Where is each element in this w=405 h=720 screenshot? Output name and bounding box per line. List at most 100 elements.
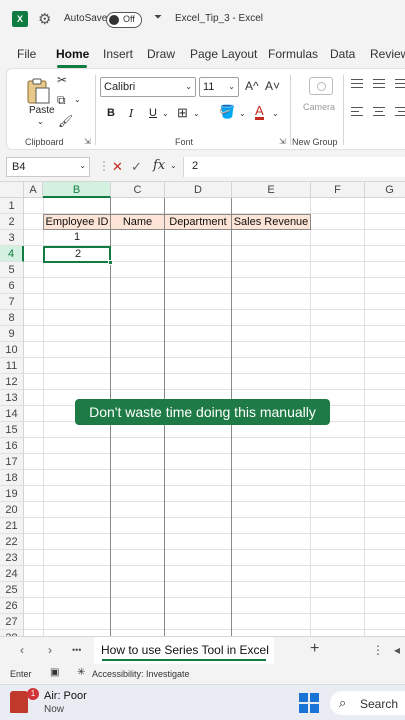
tab-data[interactable]: Data bbox=[330, 47, 355, 61]
dialog-launcher-icon[interactable]: ⇲ bbox=[84, 137, 91, 146]
row-header-15[interactable]: 15 bbox=[0, 422, 24, 438]
row-header-10[interactable]: 10 bbox=[0, 342, 24, 358]
camera-button[interactable]: Camera bbox=[303, 102, 335, 112]
windows-start-icon[interactable] bbox=[299, 693, 319, 713]
worksheet-grid[interactable]: A B C D E F G 1 2 3 4 5 6 7 8 9 10 11 12 13 14 15 16 17 1… bbox=[0, 182, 405, 640]
tab-page-layout[interactable]: Page Layout bbox=[190, 47, 257, 61]
chevron-down-icon[interactable]: ⌄ bbox=[272, 109, 279, 118]
column-header-g[interactable]: G bbox=[365, 182, 405, 198]
macro-record-icon[interactable]: ▣ bbox=[50, 667, 59, 678]
cell-c2[interactable]: Name bbox=[110, 214, 165, 230]
customize-qat-icon[interactable]: ⏷ bbox=[154, 12, 162, 23]
accessibility-icon[interactable]: ✳ bbox=[77, 667, 85, 678]
row-header-27[interactable]: 27 bbox=[0, 614, 24, 630]
column-header-d[interactable]: D bbox=[165, 182, 232, 198]
cell-b3[interactable]: 1 bbox=[43, 231, 111, 243]
align-bottom-icon[interactable] bbox=[395, 79, 405, 89]
active-cell-b4[interactable]: 2 bbox=[43, 246, 111, 263]
column-header-e[interactable]: E bbox=[232, 182, 311, 198]
chevron-down-icon[interactable]: ⌄ bbox=[162, 109, 169, 118]
insert-function-button[interactable]: fx bbox=[153, 158, 165, 173]
accessibility-status[interactable]: Accessibility: Investigate bbox=[92, 669, 190, 679]
row-header-5[interactable]: 5 bbox=[0, 262, 24, 278]
enter-check-icon[interactable]: ✓ bbox=[131, 159, 142, 175]
font-name-select[interactable]: Calibri ⌄ bbox=[100, 77, 196, 97]
more-sheets-button[interactable]: ••• bbox=[72, 645, 81, 655]
copy-icon[interactable]: ⧉ bbox=[57, 93, 66, 108]
tab-home[interactable]: Home bbox=[56, 47, 89, 61]
tab-draw[interactable]: Draw bbox=[147, 47, 175, 61]
row-header-12[interactable]: 12 bbox=[0, 374, 24, 390]
font-color-icon[interactable]: A bbox=[255, 104, 264, 120]
row-header-20[interactable]: 20 bbox=[0, 502, 24, 518]
prev-sheet-icon[interactable]: ‹ bbox=[20, 643, 24, 657]
next-sheet-icon[interactable]: › bbox=[48, 643, 52, 657]
italic-button[interactable]: I bbox=[129, 107, 133, 120]
autosave-toggle[interactable]: Off bbox=[106, 12, 142, 28]
row-header-2[interactable]: 2 bbox=[0, 214, 24, 230]
paste-button[interactable]: Paste bbox=[29, 105, 55, 116]
chevron-down-icon[interactable]: ⌄ bbox=[74, 95, 81, 104]
row-header-11[interactable]: 11 bbox=[0, 358, 24, 374]
row-header-23[interactable]: 23 bbox=[0, 550, 24, 566]
cancel-icon[interactable]: ✕ bbox=[112, 159, 123, 175]
row-header-21[interactable]: 21 bbox=[0, 518, 24, 534]
paste-icon[interactable] bbox=[25, 77, 51, 105]
chevron-down-icon[interactable]: ⌄ bbox=[37, 117, 44, 126]
row-header-22[interactable]: 22 bbox=[0, 534, 24, 550]
row-header-9[interactable]: 9 bbox=[0, 326, 24, 342]
row-header-1[interactable]: 1 bbox=[0, 198, 24, 214]
fill-color-icon[interactable]: 🪣 bbox=[219, 104, 235, 120]
align-left-icon[interactable] bbox=[351, 107, 365, 119]
air-quality-icon[interactable] bbox=[10, 691, 28, 713]
column-header-a[interactable]: A bbox=[24, 182, 43, 198]
cut-icon[interactable]: ✂ bbox=[57, 73, 67, 87]
font-size-select[interactable]: 11 ⌄ bbox=[199, 77, 239, 97]
align-center-icon[interactable] bbox=[373, 107, 387, 119]
column-header-b[interactable]: B bbox=[43, 182, 111, 198]
row-header-7[interactable]: 7 bbox=[0, 294, 24, 310]
tab-insert[interactable]: Insert bbox=[103, 47, 133, 61]
tab-file[interactable]: File bbox=[17, 47, 36, 61]
cell-d2[interactable]: Department bbox=[164, 214, 232, 230]
scroll-left-icon[interactable]: ◂ bbox=[394, 643, 400, 657]
weather-widget-title[interactable]: Air: Poor bbox=[44, 690, 87, 702]
row-header-17[interactable]: 17 bbox=[0, 454, 24, 470]
dialog-launcher-icon[interactable]: ⇲ bbox=[279, 137, 286, 146]
camera-icon[interactable] bbox=[309, 77, 333, 95]
shrink-font-icon[interactable]: A˅ bbox=[265, 79, 280, 93]
row-header-4[interactable]: 4 bbox=[0, 246, 24, 262]
add-sheet-icon[interactable]: + bbox=[310, 640, 319, 658]
name-box[interactable]: B4 ⌄ bbox=[6, 157, 90, 177]
borders-icon[interactable]: ⊞ bbox=[177, 105, 188, 121]
gear-icon[interactable]: ⚙ bbox=[38, 10, 51, 28]
row-header-16[interactable]: 16 bbox=[0, 438, 24, 454]
taskbar-search[interactable]: ⌕ Search bbox=[330, 691, 405, 715]
underline-button[interactable]: U bbox=[149, 107, 157, 119]
column-header-c[interactable]: C bbox=[111, 182, 165, 198]
tab-review[interactable]: Review bbox=[370, 47, 405, 61]
chevron-down-icon[interactable]: ⌄ bbox=[239, 109, 246, 118]
more-options-icon[interactable]: ⋮ bbox=[98, 159, 110, 173]
row-header-19[interactable]: 19 bbox=[0, 486, 24, 502]
bold-button[interactable]: B bbox=[107, 107, 115, 119]
row-header-25[interactable]: 25 bbox=[0, 582, 24, 598]
row-header-6[interactable]: 6 bbox=[0, 278, 24, 294]
align-top-icon[interactable] bbox=[351, 79, 365, 89]
row-header-13[interactable]: 13 bbox=[0, 390, 24, 406]
row-header-14[interactable]: 14 bbox=[0, 406, 24, 422]
row-header-26[interactable]: 26 bbox=[0, 598, 24, 614]
column-header-f[interactable]: F bbox=[311, 182, 365, 198]
fill-handle[interactable] bbox=[108, 260, 113, 265]
select-all-corner[interactable] bbox=[0, 182, 24, 198]
row-header-3[interactable]: 3 bbox=[0, 230, 24, 246]
chevron-down-icon[interactable]: ⌄ bbox=[193, 109, 200, 118]
formula-input[interactable]: 2 bbox=[183, 157, 405, 177]
format-painter-icon[interactable]: 🖌 bbox=[58, 114, 73, 128]
cell-e2[interactable]: Sales Revenue bbox=[231, 214, 311, 230]
row-header-24[interactable]: 24 bbox=[0, 566, 24, 582]
grow-font-icon[interactable]: A^ bbox=[245, 79, 259, 93]
row-header-8[interactable]: 8 bbox=[0, 310, 24, 326]
row-header-18[interactable]: 18 bbox=[0, 470, 24, 486]
tab-formulas[interactable]: Formulas bbox=[268, 47, 318, 61]
